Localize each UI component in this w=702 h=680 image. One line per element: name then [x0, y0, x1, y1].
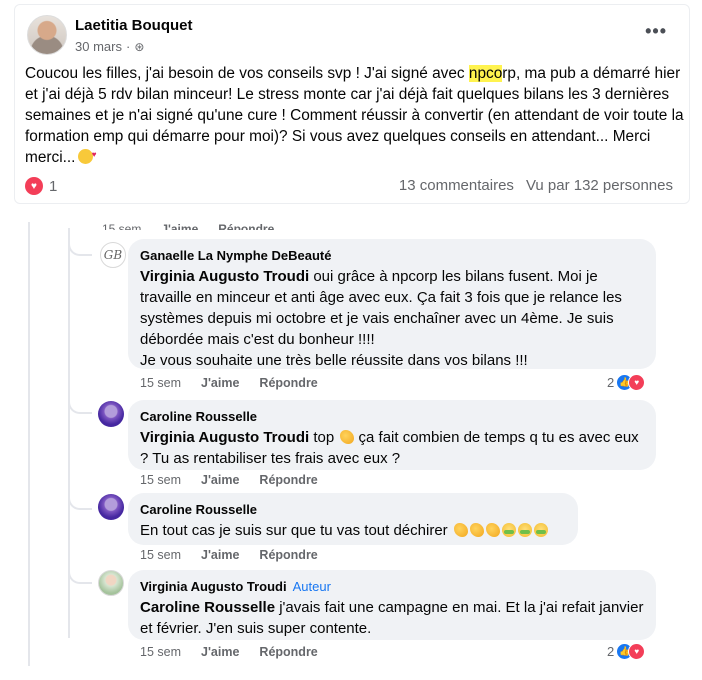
- love-reaction-icon: ♥: [628, 643, 646, 660]
- muscle-emoji-icon: [485, 523, 500, 537]
- comment-bubble: Ganaelle La Nymphe DeBeauté Virginia Aug…: [128, 239, 656, 369]
- views-count[interactable]: Vu par 132 personnes: [526, 177, 673, 194]
- post-text-highlight: npco: [468, 65, 503, 82]
- comment-text: Virginia Augusto Troudi oui grâce à npco…: [140, 266, 644, 371]
- comment-actions: 15 sem J'aime Répondre: [140, 473, 318, 487]
- comment-bubble: Caroline Rousselle En tout cas je suis s…: [128, 493, 578, 545]
- post-card: Laetitia Bouquet 30 mars · ⊛ ••• Coucou …: [14, 4, 690, 204]
- comment-text-body-2: Je vous souhaite une très belle réussite…: [140, 352, 528, 369]
- globe-icon: ⊛: [134, 39, 145, 54]
- kiss-emoji-icon: [78, 144, 96, 165]
- comment-text-body: En tout cas je suis sur que tu vas tout …: [140, 522, 452, 539]
- sick-emoji-icon: [517, 523, 532, 537]
- comment-text: Virginia Augusto Troudi top ça fait comb…: [140, 427, 644, 469]
- cut-reply-button[interactable]: Répondre: [218, 222, 274, 230]
- comment-time[interactable]: 15 sem: [140, 376, 181, 390]
- reaction-count: 2: [607, 375, 615, 390]
- reply-elbow: [68, 392, 92, 414]
- author-badge: Auteur: [292, 579, 331, 594]
- reply-line: [68, 228, 70, 388]
- comment-reactions[interactable]: 2 👍 ♥: [607, 374, 646, 391]
- reply-line: [68, 388, 70, 638]
- more-options-icon[interactable]: •••: [645, 21, 667, 42]
- comment-avatar[interactable]: [98, 570, 124, 596]
- mention-link[interactable]: Virginia Augusto Troudi: [140, 268, 309, 285]
- post-author[interactable]: Laetitia Bouquet: [75, 17, 193, 34]
- comment-text-body: top: [309, 429, 339, 446]
- sick-emoji-icon: [533, 523, 548, 537]
- comments-count[interactable]: 13 commentaires: [399, 177, 514, 194]
- author-avatar[interactable]: [27, 15, 67, 55]
- comment-avatar[interactable]: [98, 401, 124, 427]
- post-meta: 30 mars · ⊛: [75, 39, 144, 54]
- post-text-part1: Coucou les filles, j'ai besoin de vos co…: [25, 65, 469, 82]
- muscle-emoji-icon: [469, 523, 484, 537]
- reply-elbow: [68, 566, 92, 584]
- like-button[interactable]: J'aime: [201, 548, 239, 562]
- like-button[interactable]: J'aime: [201, 645, 239, 659]
- comment-text: En tout cas je suis sur que tu vas tout …: [140, 520, 566, 541]
- like-button[interactable]: J'aime: [201, 473, 239, 487]
- comment-time[interactable]: 15 sem: [140, 473, 181, 487]
- like-button[interactable]: J'aime: [201, 376, 239, 390]
- comment-author[interactable]: Caroline Rousselle: [140, 501, 566, 518]
- muscle-emoji-icon: [340, 430, 355, 444]
- post-reactions[interactable]: ♥ 1: [25, 177, 57, 195]
- love-reaction-icon: ♥: [628, 374, 646, 391]
- reply-button[interactable]: Répondre: [259, 548, 317, 562]
- meta-separator: ·: [125, 39, 131, 54]
- comment-actions: 15 sem J'aime Répondre: [140, 645, 318, 659]
- comment-author-line: Virginia Augusto Troudi Auteur: [140, 578, 644, 595]
- thread-line: [28, 222, 30, 666]
- love-reaction-icon: ♥: [25, 177, 43, 195]
- comment-avatar[interactable]: GB: [100, 242, 126, 268]
- comment-text: Caroline Rousselle j'avais fait une camp…: [140, 597, 644, 639]
- reply-button[interactable]: Répondre: [259, 376, 317, 390]
- post-body: Coucou les filles, j'ai besoin de vos co…: [25, 63, 685, 168]
- cut-time: 15 sem: [102, 222, 142, 230]
- comment-bubble: Caroline Rousselle Virginia Augusto Trou…: [128, 400, 656, 470]
- reply-elbow: [68, 490, 92, 510]
- mention-link[interactable]: Virginia Augusto Troudi: [140, 429, 309, 446]
- cut-like-button[interactable]: J'aime: [161, 222, 198, 230]
- post-date[interactable]: 30 mars: [75, 39, 122, 54]
- reaction-count: 1: [49, 177, 58, 195]
- reaction-count: 2: [607, 644, 615, 659]
- reply-button[interactable]: Répondre: [259, 473, 317, 487]
- comment-bubble: Virginia Augusto Troudi Auteur Caroline R…: [128, 570, 656, 640]
- comment-actions: 15 sem J'aime Répondre: [140, 548, 318, 562]
- comment-reactions[interactable]: 2 👍 ♥: [607, 643, 646, 660]
- comment-author[interactable]: Ganaelle La Nymphe DeBeauté: [140, 247, 644, 264]
- reply-elbow: [68, 228, 92, 256]
- mention-link[interactable]: Caroline Rousselle: [140, 599, 275, 616]
- comment-author[interactable]: Virginia Augusto Troudi: [140, 579, 287, 594]
- reply-button[interactable]: Répondre: [259, 645, 317, 659]
- comment-time[interactable]: 15 sem: [140, 548, 181, 562]
- cut-comment-actions: 15 sem J'aime Répondre: [102, 216, 274, 230]
- comment-avatar[interactable]: [98, 494, 124, 520]
- muscle-emoji-icon: [453, 523, 468, 537]
- post-stats: 13 commentaires Vu par 132 personnes: [399, 177, 673, 194]
- comment-actions: 15 sem J'aime Répondre: [140, 376, 318, 390]
- comment-time[interactable]: 15 sem: [140, 645, 181, 659]
- sick-emoji-icon: [501, 523, 516, 537]
- comment-author[interactable]: Caroline Rousselle: [140, 408, 644, 425]
